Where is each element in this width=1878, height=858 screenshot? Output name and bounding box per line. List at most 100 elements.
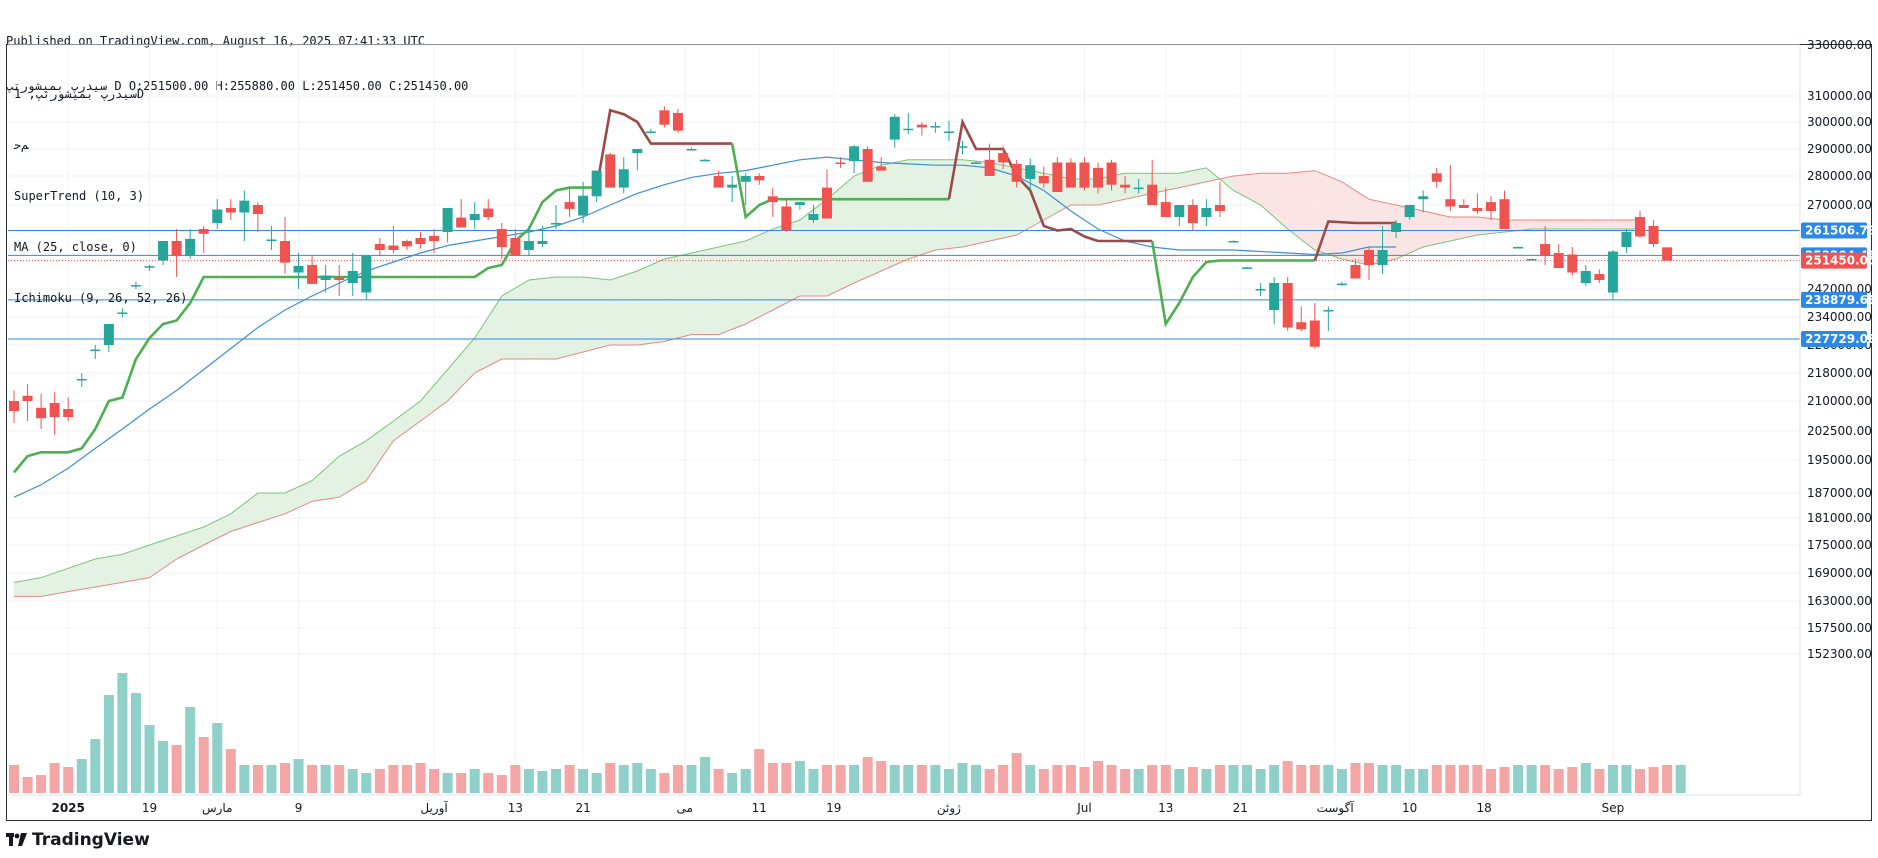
volume-bar <box>1662 765 1673 793</box>
candle-body <box>1065 162 1076 188</box>
volume-bar <box>808 769 819 793</box>
volume-bar <box>876 761 887 793</box>
candle-body <box>1269 283 1280 310</box>
ichimoku-cloud-segment <box>610 271 638 345</box>
candle-body <box>1594 274 1605 280</box>
volume-bar <box>388 765 399 793</box>
candle-body <box>1309 320 1320 347</box>
volume-bar <box>1106 765 1117 793</box>
volume-bar <box>1065 765 1076 793</box>
candle-body <box>374 244 385 250</box>
candle-body <box>442 208 453 232</box>
candle-body <box>1106 162 1117 185</box>
volume-bar <box>442 773 453 793</box>
candle-body <box>1147 184 1158 205</box>
volume-bar <box>266 765 277 793</box>
hline-price-tag: 261506.73 <box>1805 223 1876 237</box>
ichimoku-cloud-segment <box>1260 173 1288 229</box>
candle-body <box>672 112 683 131</box>
candle-body <box>835 162 846 164</box>
volume-bar <box>347 769 358 793</box>
candle-body <box>700 159 711 162</box>
volume-bar <box>537 771 548 793</box>
volume-bar <box>1052 765 1063 793</box>
volume-bar <box>1621 765 1632 793</box>
x-tick-label: 19 <box>826 801 841 815</box>
candle-body <box>1323 310 1334 312</box>
indicator-legend: سیدرپ بمیشورتپ, 1D ﻢﺣ SuperTrend (10, 3)… <box>14 52 187 324</box>
ichimoku-cloud-segment <box>691 247 719 335</box>
hline-price-tag: 227729.08 <box>1805 332 1876 346</box>
volume-bar <box>469 769 480 793</box>
volume-bar <box>117 673 128 793</box>
y-tick-label: 187000.00 <box>1807 486 1872 500</box>
candle-body <box>510 238 521 256</box>
candle-body <box>1513 247 1524 249</box>
candle-body <box>1499 199 1510 229</box>
candle-body <box>551 223 561 225</box>
tradingview-logo[interactable]: TradingView <box>6 830 150 850</box>
volume-bar <box>320 765 331 793</box>
volume-bar <box>713 769 724 793</box>
volume-bar <box>1120 769 1131 793</box>
legend-supertrend[interactable]: SuperTrend (10, 3) <box>14 188 187 205</box>
candle-body <box>1025 165 1036 179</box>
volume-bar <box>9 765 19 793</box>
candle-body <box>347 271 358 283</box>
candle-body <box>76 378 87 381</box>
candle-body <box>1228 241 1239 243</box>
candle-body <box>1553 253 1564 268</box>
candle-body <box>483 208 494 217</box>
volume-bar <box>1133 769 1144 793</box>
candle-body <box>876 166 887 171</box>
volume-bar <box>835 765 846 793</box>
volume-bar <box>1093 761 1103 793</box>
candle-body <box>90 349 101 352</box>
volume-bar <box>591 773 602 793</box>
candle-body <box>943 131 954 133</box>
candle-body <box>239 200 250 213</box>
volume-bar <box>212 723 223 793</box>
candle-body <box>1635 217 1645 237</box>
ichimoku-cloud-segment <box>366 421 394 481</box>
volume-bar <box>1499 767 1510 793</box>
legend-ma[interactable]: MA (25, close, 0) <box>14 239 187 256</box>
candle-body <box>930 126 941 128</box>
volume-bar <box>781 763 792 793</box>
tradingview-brand: TradingView <box>32 830 150 850</box>
candle-body <box>334 277 345 280</box>
ichimoku-cloud-segment <box>854 165 882 283</box>
volume-bar <box>374 769 385 793</box>
candle-body <box>1187 205 1198 223</box>
ichimoku-cloud-segment <box>637 259 665 345</box>
candle-body <box>49 403 60 417</box>
y-tick-label: 300000.00 <box>1807 115 1872 129</box>
volume-bar <box>1445 765 1456 793</box>
candle-body <box>1038 176 1049 184</box>
legend-ichimoku[interactable]: Ichimoku (9, 26, 52, 26) <box>14 290 187 307</box>
volume-bar <box>1147 765 1158 793</box>
candle-body <box>1336 283 1347 286</box>
candle-body <box>361 256 372 293</box>
ichimoku-cloud-segment <box>230 493 258 532</box>
candle-body <box>713 176 724 188</box>
volume-bar <box>686 765 697 793</box>
candle-body <box>1160 202 1171 217</box>
volume-bar <box>144 725 155 793</box>
ichimoku-cloud-segment <box>745 229 773 324</box>
candle-body <box>1580 271 1591 283</box>
volume-bar <box>578 769 589 793</box>
candle-body <box>320 275 331 280</box>
candle-body <box>957 146 968 148</box>
legend-symbol[interactable]: سیدرپ بمیشورتپ, 1D <box>14 86 187 103</box>
volume-bar <box>1079 767 1090 793</box>
candle-body <box>63 409 74 417</box>
volume-bar <box>158 741 169 793</box>
price-chart[interactable]: 330000.00 310000.00 300000.00 290000.00 2800… <box>0 0 1878 858</box>
candle-body <box>9 401 19 411</box>
candle-body <box>1485 202 1496 211</box>
candle-body <box>1133 187 1144 190</box>
volume-bar <box>198 737 209 793</box>
candle-body <box>36 407 47 419</box>
candle-body <box>1174 205 1185 217</box>
